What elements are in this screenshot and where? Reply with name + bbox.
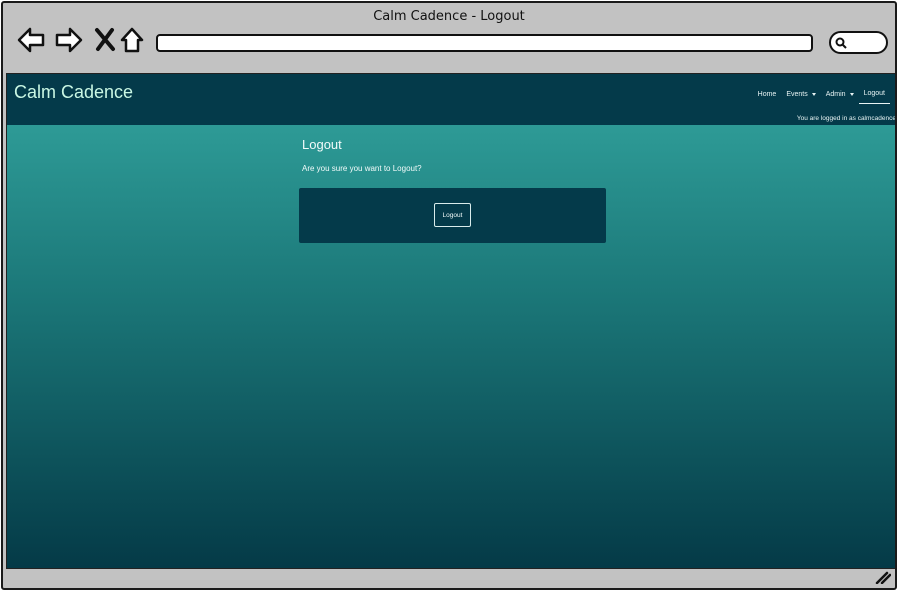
page-viewport: Calm Cadence Home Events Admin Logout Yo…: [6, 73, 896, 569]
browser-window: Calm Cadence - Logout Calm Cadence Home …: [1, 1, 897, 590]
close-icon[interactable]: [91, 25, 121, 55]
confirm-message: Are you sure you want to Logout?: [302, 164, 422, 173]
logout-button[interactable]: Logout: [434, 203, 471, 227]
logged-in-status: You are logged in as calmcadence: [796, 115, 896, 122]
site-header: Calm Cadence Home Events Admin Logout Yo…: [7, 74, 896, 125]
brand-logo[interactable]: Calm Cadence: [14, 82, 133, 103]
nav-logout[interactable]: Logout: [858, 88, 890, 104]
search-button[interactable]: [829, 31, 888, 54]
resize-grip-icon[interactable]: [875, 570, 891, 584]
home-icon[interactable]: [118, 25, 148, 55]
chevron-down-icon: [811, 92, 816, 96]
nav-admin-dropdown[interactable]: Admin: [821, 88, 859, 104]
forward-arrow-icon[interactable]: [54, 25, 84, 55]
nav-events-dropdown[interactable]: Events: [781, 88, 820, 104]
nav-home[interactable]: Home: [753, 88, 782, 104]
main-nav: Home Events Admin Logout: [753, 88, 890, 104]
nav-admin-label: Admin: [825, 90, 846, 98]
logout-card: Logout: [299, 188, 606, 243]
nav-home-label: Home: [757, 90, 777, 98]
nav-logout-label: Logout: [863, 90, 885, 97]
search-icon: [835, 37, 847, 49]
back-arrow-icon[interactable]: [16, 25, 46, 55]
chevron-down-icon: [849, 92, 854, 96]
window-title: Calm Cadence - Logout: [373, 9, 525, 24]
url-bar[interactable]: [156, 34, 813, 52]
nav-events-label: Events: [786, 90, 808, 98]
page-title: Logout: [302, 137, 342, 152]
